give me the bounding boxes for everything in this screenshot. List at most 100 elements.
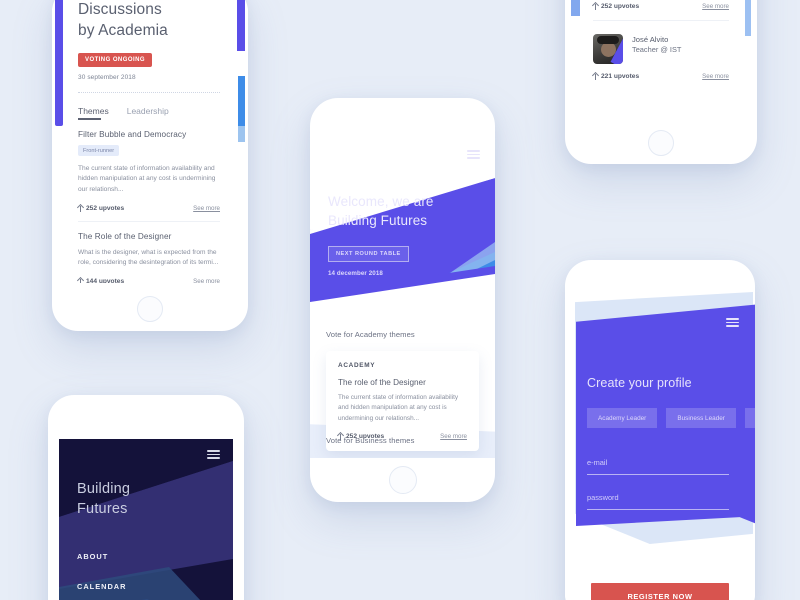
page-title-line2: by Academia (78, 21, 168, 39)
event-date: 30 september 2018 (78, 73, 136, 81)
leaders-content: Choose your leadership for the Round Tab… (581, 0, 741, 122)
arrow-up-icon (593, 3, 598, 10)
vote-card-title: The role of the Designer (338, 378, 426, 387)
hero-title-line2: Building Futures (328, 213, 428, 229)
avatar (593, 33, 623, 64)
avatar-ribbon (610, 38, 623, 64)
nav-item-about[interactable]: ABOUT (77, 541, 221, 571)
vote-card-kicker: ACADEMY (338, 362, 376, 369)
screenshot-canvas: Discussions by Academia VOTING ONGOING 3… (0, 0, 800, 600)
person-row: José Alvito Teacher @ IST (593, 33, 729, 64)
chip-student[interactable]: Student (744, 408, 755, 428)
divider (78, 91, 220, 93)
nav-item-calendar[interactable]: CALENDAR (77, 571, 221, 600)
hero-banner: Welcome, we are Building Futures NEXT RO… (310, 134, 495, 312)
discussion-excerpt: What is the designer, what is expected f… (78, 248, 219, 267)
arrow-up-icon (78, 278, 83, 283)
discussions-screen: Discussions by Academia VOTING ONGOING 3… (52, 0, 248, 283)
list-item[interactable]: The Role of the Designer What is the des… (78, 220, 220, 283)
accent-bar-blue-right (238, 76, 245, 126)
upvote-label: 252 upvotes (601, 2, 640, 10)
discussion-list: Filter Bubble and Democracy Front-runner… (78, 130, 220, 283)
discussion-excerpt: The current state of information availab… (78, 164, 216, 193)
hero-date: 14 december 2018 (328, 270, 383, 278)
see-more-link[interactable]: See more (702, 3, 729, 10)
discussion-title: Filter Bubble and Democracy (78, 129, 187, 139)
menu-nav: ABOUT CALENDAR ACADEMY (77, 541, 221, 600)
section-label-business: Vote for Business themes (326, 436, 415, 445)
arrow-up-icon (593, 73, 598, 80)
brand-title: Building Futures (77, 479, 130, 519)
accent-bar-purple-left (55, 0, 63, 126)
hero-text: Welcome, we are Building Futures NEXT RO… (328, 192, 434, 277)
welcome-content: Vote for Academy themes ACADEMY The role… (310, 312, 495, 458)
hero-title-line1: Welcome, we are (328, 194, 434, 209)
upvote-label: 221 upvotes (601, 72, 640, 80)
upvote-count[interactable]: 252 upvotes (593, 3, 639, 10)
section-label-academy: Vote for Academy themes (326, 330, 415, 339)
page-title: Create your profile (587, 376, 692, 390)
vote-card-excerpt: The current state of information availab… (338, 394, 459, 422)
discussion-title: The Role of the Designer (78, 231, 172, 241)
phone-leaders: Choose your leadership for the Round Tab… (565, 0, 757, 164)
profile-screen: Create your profile Academy Leader Busin… (565, 290, 755, 600)
hamburger-icon[interactable] (726, 318, 739, 327)
brand-line1: Building (77, 481, 131, 497)
menu-screen: Building Futures ABOUT CALENDAR ACADEMY (59, 439, 233, 600)
home-button[interactable] (388, 466, 417, 494)
password-field-label: password (587, 493, 619, 502)
upvote-label: 252 upvotes (86, 204, 125, 212)
upvote-count[interactable]: 144 upvotes (78, 278, 124, 283)
person-role: Teacher @ IST (632, 44, 682, 54)
phone-welcome: Welcome, we are Building Futures NEXT RO… (310, 98, 495, 502)
email-field-underline (587, 474, 729, 475)
accent-bar-blue-right (745, 0, 751, 36)
discussion-meta: 252 upvotes See more (78, 205, 220, 212)
page-title: Discussions by Academia (78, 0, 220, 42)
chip-academy-leader[interactable]: Academy Leader (587, 408, 658, 428)
hero-title: Welcome, we are Building Futures (328, 192, 434, 230)
hamburger-icon[interactable] (207, 450, 220, 459)
page-title-line1: Discussions (78, 1, 162, 18)
accent-bar-blue-left (571, 0, 580, 16)
status-badge-frontrunner: Front-runner (78, 145, 120, 157)
see-more-link[interactable]: See more (193, 278, 220, 283)
arrow-up-icon (78, 205, 83, 212)
discussions-content: Discussions by Academia VOTING ONGOING 3… (64, 0, 234, 283)
list-item[interactable]: Amélia Santos Teacher @ FBAUL Front-runn… (593, 0, 729, 20)
phone-menu: Building Futures ABOUT CALENDAR ACADEMY (48, 395, 244, 600)
tab-themes[interactable]: Themes (78, 106, 109, 120)
person-name: José Alvito (632, 34, 669, 44)
accent-bar-lightblue-right (238, 126, 245, 142)
welcome-screen: Welcome, we are Building Futures NEXT RO… (310, 134, 495, 458)
phone-discussions: Discussions by Academia VOTING ONGOING 3… (52, 0, 248, 331)
email-field[interactable]: e-mail (587, 458, 729, 475)
role-chip-row: Academy Leader Business Leader Student (587, 408, 755, 428)
person-details: José Alvito Teacher @ IST (632, 34, 681, 56)
email-field-label: e-mail (587, 458, 608, 467)
password-field[interactable]: password (587, 493, 729, 510)
list-item[interactable]: José Alvito Teacher @ IST 221 upvotes Se… (593, 19, 729, 90)
tab-leadership[interactable]: Leadership (127, 106, 169, 120)
phone-profile: Create your profile Academy Leader Busin… (565, 260, 755, 600)
see-more-link[interactable]: See more (440, 433, 467, 440)
status-badge: VOTING ONGOING (78, 52, 152, 67)
chip-business-leader[interactable]: Business Leader (666, 408, 736, 428)
password-field-underline (587, 509, 729, 510)
discussion-meta: 144 upvotes See more (78, 278, 220, 283)
register-button[interactable]: REGISTER NOW (591, 583, 729, 600)
home-button[interactable] (648, 130, 674, 156)
accent-bar-purple-right (237, 0, 245, 51)
person-meta: 221 upvotes See more (593, 73, 729, 80)
list-item[interactable]: Filter Bubble and Democracy Front-runner… (78, 130, 220, 221)
see-more-link[interactable]: See more (193, 205, 220, 212)
home-button[interactable] (137, 296, 163, 322)
brand-line2: Futures (77, 501, 128, 517)
upvote-label: 144 upvotes (86, 277, 125, 283)
tab-bar: Themes Leadership (78, 106, 220, 120)
upvote-count[interactable]: 252 upvotes (78, 205, 124, 212)
hamburger-icon[interactable] (467, 150, 480, 159)
upvote-count[interactable]: 221 upvotes (593, 73, 639, 80)
see-more-link[interactable]: See more (702, 73, 729, 80)
next-round-table-badge: NEXT ROUND TABLE (328, 246, 409, 263)
